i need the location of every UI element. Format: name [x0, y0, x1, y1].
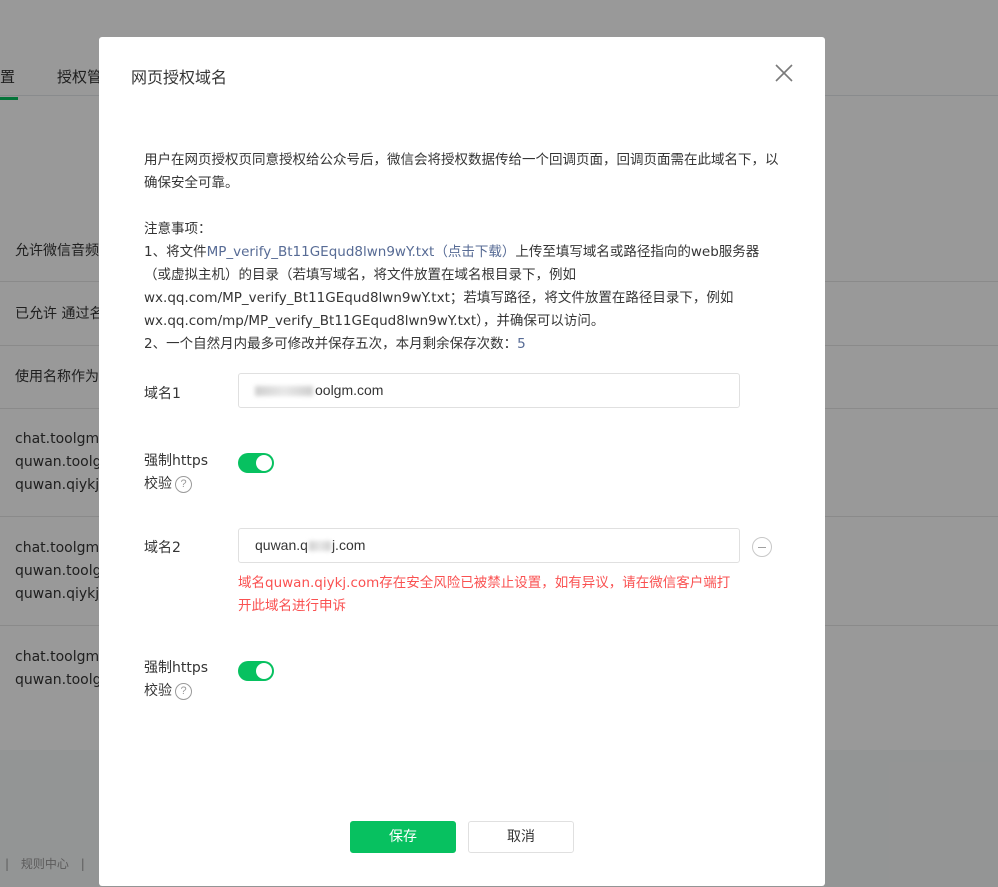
- https2-label-line1: 强制https: [144, 660, 209, 676]
- https1-toggle[interactable]: [238, 453, 274, 473]
- domain2-error: 域名quwan.qiykj.com存在安全风险已被禁止设置，如有异议，请在微信客…: [238, 575, 731, 614]
- dialog-description: 用户在网页授权页同意授权给公众号后，微信会将授权数据传给一个回调页面，回调页面需…: [144, 152, 779, 191]
- notes-section: 注意事项： 1、将文件MP_verify_Bt11GEqud8lwn9wY.tx…: [144, 218, 784, 356]
- domain1-label: 域名1: [144, 386, 181, 402]
- remove-domain-icon[interactable]: [752, 537, 772, 557]
- https2-label-line2: 校验: [144, 683, 172, 699]
- notes-item-2-text: 2、一个自然月内最多可修改并保存五次，本月剩余保存次数：: [144, 336, 518, 352]
- download-verify-file-link[interactable]: MP_verify_Bt11GEqud8lwn9wY.txt（点击下载）: [207, 244, 516, 260]
- domain2-value-suffix: j.com: [331, 537, 366, 553]
- remaining-count: 5: [517, 336, 526, 352]
- help-icon[interactable]: ?: [175, 682, 192, 700]
- save-button[interactable]: 保存: [350, 821, 456, 853]
- toggle-knob: [256, 663, 272, 679]
- dialog-title: 网页授权域名: [131, 68, 228, 87]
- https1-label-line1: 强制https: [144, 453, 209, 469]
- https2-label: 强制https 校验?: [144, 657, 208, 703]
- notes-item-1: 1、将文件MP_verify_Bt11GEqud8lwn9wY.txt（点击下载…: [144, 241, 784, 333]
- domain2-label: 域名2: [144, 540, 181, 556]
- https2-toggle[interactable]: [238, 661, 274, 681]
- domain1-value: oolgm.com: [315, 382, 384, 398]
- toggle-knob: [256, 455, 272, 471]
- notes-heading: 注意事项：: [144, 221, 212, 237]
- notes-item-2: 2、一个自然月内最多可修改并保存五次，本月剩余保存次数：5: [144, 333, 784, 356]
- domain2-value-prefix: quwan.q: [255, 537, 308, 553]
- domain1-input[interactable]: oolgm.com: [238, 373, 740, 408]
- help-icon[interactable]: ?: [175, 475, 192, 493]
- notes-item-1-prefix: 1、将文件: [144, 244, 207, 260]
- domain2-input[interactable]: quwan.q j.com: [238, 528, 740, 563]
- https1-label: 强制https 校验?: [144, 450, 208, 496]
- https1-label-line2: 校验: [144, 476, 172, 492]
- redacted-text: [308, 541, 331, 552]
- cancel-button[interactable]: 取消: [468, 821, 574, 853]
- close-icon[interactable]: [773, 62, 795, 84]
- domain-auth-dialog: 网页授权域名 用户在网页授权页同意授权给公众号后，微信会将授权数据传给一个回调页…: [99, 37, 825, 886]
- redacted-text: [255, 386, 313, 397]
